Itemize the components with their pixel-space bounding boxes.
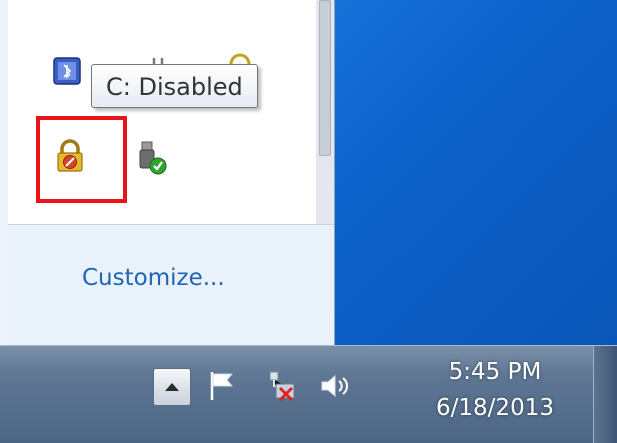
notification-overflow-popup: Customize... <box>0 0 335 345</box>
bluetooth-adapter-icon[interactable] <box>50 54 86 90</box>
highlight-box <box>36 116 127 203</box>
safely-remove-hardware-icon[interactable] <box>134 140 170 176</box>
show-hidden-icons-button[interactable] <box>153 368 191 406</box>
clock-date: 6/18/2013 <box>436 395 554 421</box>
popup-footer: Customize... <box>8 224 334 345</box>
volume-icon[interactable] <box>318 368 354 404</box>
action-center-flag-icon[interactable] <box>206 368 242 404</box>
system-clock[interactable]: 5:45 PM 6/18/2013 <box>420 354 570 426</box>
taskbar: 5:45 PM 6/18/2013 <box>0 345 617 443</box>
tooltip: C: Disabled <box>91 64 258 108</box>
network-disconnected-icon[interactable] <box>264 368 300 404</box>
chevron-up-icon <box>165 383 179 391</box>
scroll-thumb[interactable] <box>319 0 331 156</box>
show-desktop-button[interactable] <box>593 346 617 443</box>
overflow-icon-area <box>8 0 316 224</box>
clock-time: 5:45 PM <box>448 359 542 385</box>
popup-scrollbar[interactable] <box>316 0 334 224</box>
customize-link[interactable]: Customize... <box>82 265 225 291</box>
